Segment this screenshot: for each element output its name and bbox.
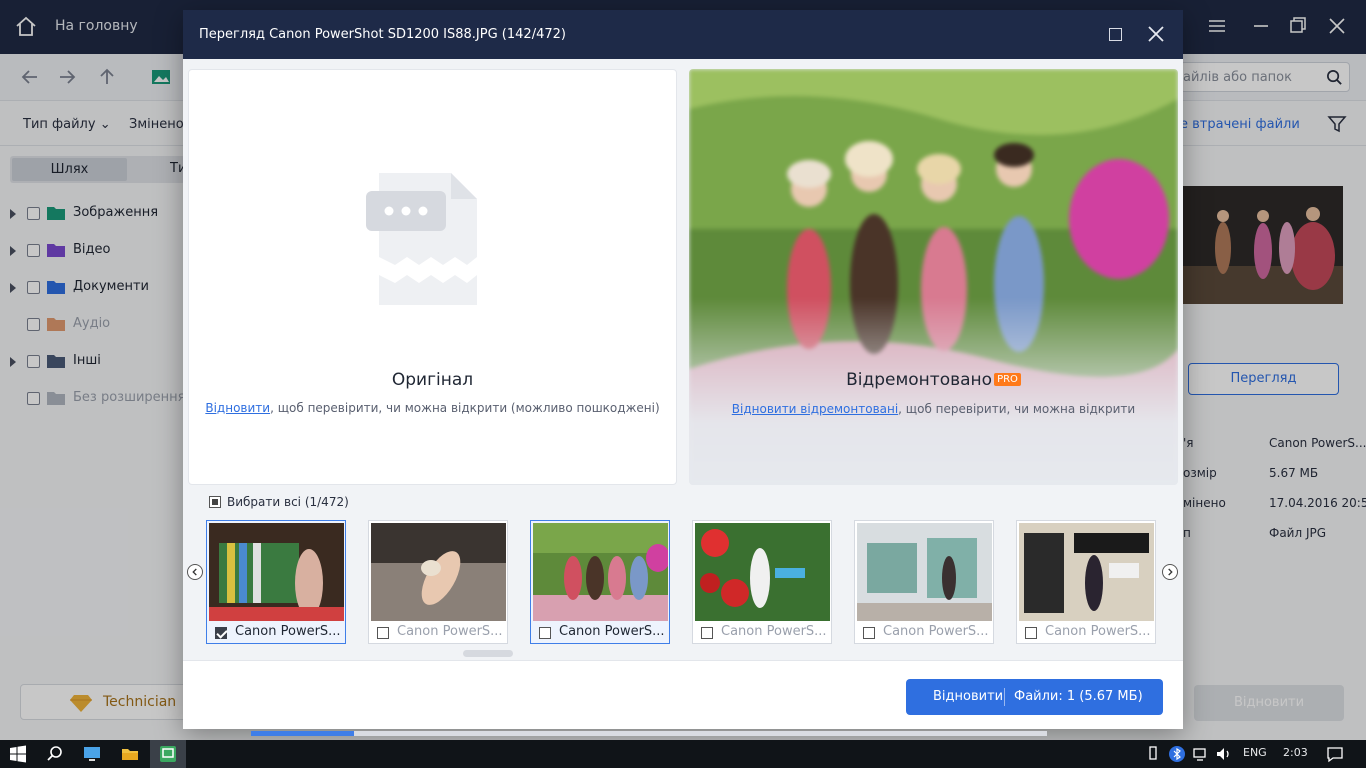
repaired-pane: Відремонтовано PRO Відновити відремонтова… bbox=[689, 69, 1178, 485]
preview-dialog: Перегляд Canon PowerShot SD1200 IS88.JPG… bbox=[183, 10, 1183, 729]
thumbnail-checkbox[interactable] bbox=[863, 627, 875, 639]
taskbar-active-app[interactable] bbox=[150, 740, 186, 768]
thumbnail-item[interactable]: Canon PowerS... bbox=[1016, 520, 1156, 644]
clock[interactable]: 2:03 bbox=[1283, 746, 1308, 759]
file-explorer-icon[interactable] bbox=[121, 745, 139, 763]
files-summary: Файли: 1 (5.67 МБ) bbox=[1014, 689, 1143, 704]
thumbnail-image[interactable] bbox=[695, 523, 830, 621]
thumbnail-image[interactable] bbox=[209, 523, 344, 621]
dialog-title: Перегляд Canon PowerShot SD1200 IS88.JPG… bbox=[199, 27, 566, 42]
thumbnail-checkbox[interactable] bbox=[377, 627, 389, 639]
windows-taskbar: ENG 2:03 bbox=[0, 740, 1366, 768]
original-hint: Відновити, щоб перевірити, чи можна відк… bbox=[189, 401, 676, 415]
thumbnail-image[interactable] bbox=[371, 523, 506, 621]
select-all-label: Вибрати всі (1/472) bbox=[227, 495, 349, 509]
thumbnail-name: Canon PowerS... bbox=[1045, 624, 1151, 639]
thumbnail-name: Canon PowerS... bbox=[559, 624, 665, 639]
thumbnail-checkbox[interactable] bbox=[1025, 627, 1037, 639]
recover-files-button[interactable]: Відновити Файли: 1 (5.67 МБ) bbox=[906, 679, 1163, 715]
recovery-app-window: На головну айлів або папок Тип файлу ⌄ З… bbox=[0, 0, 1366, 740]
carousel-prev-icon[interactable] bbox=[187, 564, 203, 580]
original-pane: Оригінал Відновити, щоб перевірити, чи м… bbox=[188, 69, 677, 485]
volume-icon[interactable] bbox=[1215, 745, 1233, 763]
thumbnail-name: Canon PowerS... bbox=[397, 624, 503, 639]
recover-original-link[interactable]: Відновити bbox=[205, 401, 270, 415]
thumbnail-name: Canon PowerS... bbox=[721, 624, 827, 639]
language-indicator[interactable]: ENG bbox=[1243, 746, 1267, 759]
maximize-icon[interactable] bbox=[1109, 28, 1122, 41]
notifications-icon[interactable] bbox=[1326, 745, 1344, 763]
carousel-next-icon[interactable] bbox=[1162, 564, 1178, 580]
select-all-checkbox[interactable]: Вибрати всі (1/472) bbox=[209, 495, 349, 509]
close-icon[interactable] bbox=[1146, 24, 1166, 44]
repaired-title-text: Відремонтовано bbox=[846, 370, 993, 390]
original-title: Оригінал bbox=[391, 370, 474, 390]
network-icon[interactable] bbox=[1192, 745, 1210, 763]
repaired-title: Відремонтовано PRO bbox=[689, 370, 1178, 390]
thumbnail-name: Canon PowerS... bbox=[235, 624, 341, 639]
search-taskbar-icon[interactable] bbox=[46, 745, 64, 763]
thumbnail-name: Canon PowerS... bbox=[883, 624, 989, 639]
pro-badge: PRO bbox=[994, 373, 1021, 386]
thumbnail-item[interactable]: Canon PowerS... bbox=[692, 520, 832, 644]
thumbnail-checkbox[interactable] bbox=[539, 627, 551, 639]
thumbnail-checkbox[interactable] bbox=[701, 627, 713, 639]
recover-label: Відновити bbox=[933, 689, 1004, 704]
thumbnail-item[interactable]: Canon PowerS... bbox=[206, 520, 346, 644]
thumbnail-item[interactable]: Canon PowerS... bbox=[854, 520, 994, 644]
original-hint-text: , щоб перевірити, чи можна відкрити (мож… bbox=[270, 401, 660, 415]
damaged-file-icon bbox=[366, 173, 477, 305]
recover-repaired-link[interactable]: Відновити відремонтовані bbox=[732, 402, 898, 416]
thumbnail-item[interactable]: Canon PowerS... bbox=[368, 520, 508, 644]
computer-icon[interactable] bbox=[83, 745, 101, 763]
thumbnail-image[interactable] bbox=[857, 523, 992, 621]
scan-progress-fill bbox=[251, 731, 355, 736]
recovery-app-icon bbox=[160, 746, 176, 762]
thumbnail-image[interactable] bbox=[1019, 523, 1154, 621]
button-separator bbox=[1004, 688, 1005, 706]
repaired-hint: Відновити відремонтовані, щоб перевірити… bbox=[689, 402, 1178, 416]
scan-progress-bar bbox=[251, 731, 1047, 736]
windows-start-icon[interactable] bbox=[9, 745, 27, 763]
thumbnail-scrollbar[interactable] bbox=[463, 650, 513, 657]
repaired-hint-text: , щоб перевірити, чи можна відкрити bbox=[898, 402, 1136, 416]
bluetooth-icon[interactable] bbox=[1168, 745, 1186, 763]
dialog-header: Перегляд Canon PowerShot SD1200 IS88.JPG… bbox=[183, 10, 1183, 59]
repaired-photo bbox=[689, 69, 1178, 485]
select-all-box[interactable] bbox=[209, 496, 221, 508]
thumbnail-image[interactable] bbox=[533, 523, 668, 621]
usb-icon[interactable] bbox=[1144, 745, 1162, 763]
thumbnail-checkbox[interactable] bbox=[215, 627, 227, 639]
dialog-footer: Відновити Файли: 1 (5.67 МБ) bbox=[183, 660, 1183, 729]
thumbnail-item[interactable]: Canon PowerS... bbox=[530, 520, 670, 644]
